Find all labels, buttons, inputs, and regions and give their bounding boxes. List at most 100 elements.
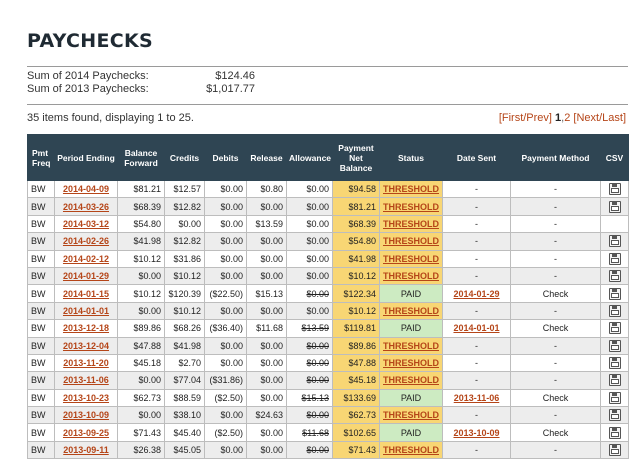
csv-download-icon[interactable] — [608, 339, 621, 352]
csv-download-icon[interactable] — [608, 200, 621, 213]
csv-download-icon[interactable] — [608, 270, 621, 283]
table-row: BW 2013-09-25 $71.43 $45.40 ($2.50) $0.00 $11.… — [27, 423, 629, 442]
csv-download-icon[interactable] — [608, 304, 621, 317]
cell-status: THRESHOLD — [379, 336, 443, 355]
status-threshold-link[interactable]: THRESHOLD — [383, 410, 439, 420]
table-row: BW 2013-10-23 $62.73 $88.59 ($2.50) $0.00 $15.… — [27, 388, 629, 408]
sum-label: Sum of 2013 Paychecks: — [27, 83, 149, 95]
cell-period-ending: 2014-03-12 — [54, 214, 118, 234]
status-threshold-link[interactable]: THRESHOLD — [383, 254, 439, 264]
date-sent-link[interactable]: 2014-01-01 — [453, 323, 499, 333]
table-row: BW 2014-02-26 $41.98 $12.82 $0.00 $0.00 $0.00 $… — [27, 232, 629, 251]
table-row: BW 2014-01-29 $0.00 $10.12 $0.00 $0.00 $0.00 $1… — [27, 266, 629, 286]
csv-download-icon[interactable] — [608, 183, 621, 196]
sum-value: $1,017.77 — [206, 83, 255, 95]
period-ending-link[interactable]: 2013-12-04 — [63, 341, 109, 351]
csv-download-icon[interactable] — [608, 426, 621, 439]
period-ending-link[interactable]: 2014-02-26 — [63, 236, 109, 246]
cell-balance-forward: $0.00 — [117, 301, 165, 321]
cell-status: PAID — [379, 284, 443, 303]
status-threshold-link[interactable]: THRESHOLD — [383, 358, 439, 368]
date-sent-link[interactable]: 2013-10-09 — [453, 428, 499, 438]
page-2-link[interactable]: 2 — [564, 112, 570, 124]
period-ending-link[interactable]: 2014-01-29 — [63, 271, 109, 281]
next-last-link[interactable]: [Next/Last] — [573, 112, 626, 124]
status-text: PAID — [400, 392, 422, 403]
col-payment-net-balance: Payment Net Balance — [332, 134, 380, 181]
period-ending-link[interactable]: 2013-11-06 — [63, 375, 109, 385]
status-threshold-link[interactable]: THRESHOLD — [383, 375, 439, 385]
csv-download-icon[interactable] — [608, 409, 621, 422]
status-threshold-link[interactable]: THRESHOLD — [383, 271, 439, 281]
cell-allowance: $0.00 — [286, 249, 333, 268]
status-threshold-link[interactable]: THRESHOLD — [383, 184, 439, 194]
status-threshold-link[interactable]: THRESHOLD — [383, 445, 439, 455]
cell-credits: $12.82 — [164, 232, 205, 251]
cell-payment-net-balance: $122.34 — [332, 284, 380, 303]
status-threshold-link[interactable]: THRESHOLD — [383, 202, 439, 212]
period-ending-link[interactable]: 2014-01-15 — [63, 289, 109, 299]
date-sent-text: - — [475, 184, 478, 195]
cell-debits: $0.00 — [204, 406, 247, 425]
period-ending-link[interactable]: 2014-03-12 — [63, 219, 109, 229]
csv-download-icon[interactable] — [608, 444, 621, 457]
cell-date-sent: 2013-10-09 — [442, 423, 511, 442]
cell-status: THRESHOLD — [379, 214, 443, 234]
csv-download-icon[interactable] — [608, 322, 621, 335]
cell-period-ending: 2014-02-26 — [54, 232, 118, 251]
csv-download-icon[interactable] — [608, 287, 621, 300]
period-ending-link[interactable]: 2013-12-18 — [63, 323, 109, 333]
cell-balance-forward: $10.12 — [117, 284, 165, 303]
csv-download-icon[interactable] — [608, 252, 621, 265]
csv-download-icon[interactable] — [608, 391, 621, 404]
period-ending-link[interactable]: 2013-10-23 — [63, 393, 109, 403]
cell-debits: $0.00 — [204, 336, 247, 355]
cell-period-ending: 2013-12-18 — [54, 319, 118, 338]
period-ending-link[interactable]: 2013-09-11 — [63, 445, 109, 455]
csv-download-icon[interactable] — [608, 357, 621, 370]
cell-release: $0.00 — [246, 249, 287, 268]
cell-status: THRESHOLD — [379, 353, 443, 373]
csv-download-icon[interactable] — [608, 235, 621, 248]
paychecks-table: Pmt Freq Period Ending Balance Forward C… — [27, 134, 629, 459]
cell-period-ending: 2013-11-06 — [54, 371, 118, 390]
cell-allowance: $0.00 — [286, 232, 333, 251]
date-sent-link[interactable]: 2013-11-06 — [454, 393, 500, 403]
sum-row-2014: Sum of 2014 Paychecks: $124.46 — [27, 70, 255, 83]
cell-status: THRESHOLD — [379, 179, 443, 199]
cell-payment-method: Check — [510, 388, 601, 408]
status-threshold-link[interactable]: THRESHOLD — [383, 341, 439, 351]
csv-download-icon[interactable] — [608, 374, 621, 387]
date-sent-link[interactable]: 2014-01-29 — [453, 289, 499, 299]
allowance-value: $0.00 — [306, 184, 329, 195]
period-ending-link[interactable]: 2014-04-09 — [63, 184, 109, 194]
period-ending-link[interactable]: 2013-10-09 — [63, 410, 109, 420]
period-ending-link[interactable]: 2013-11-20 — [63, 358, 109, 368]
status-threshold-link[interactable]: THRESHOLD — [383, 306, 439, 316]
cell-balance-forward: $54.80 — [117, 214, 165, 234]
cell-debits: $0.00 — [204, 353, 247, 373]
date-sent-text: - — [475, 305, 478, 316]
first-prev-link[interactable]: [First/Prev] — [499, 112, 552, 124]
period-ending-link[interactable]: 2014-01-01 — [63, 306, 109, 316]
table-row: BW 2013-11-20 $45.18 $2.70 $0.00 $0.00 $0.00 $4… — [27, 353, 629, 373]
cell-allowance: $0.00 — [286, 284, 333, 303]
table-row: BW 2013-09-11 $26.38 $45.05 $0.00 $0.00 $0.00 $… — [27, 440, 629, 459]
cell-payment-method: - — [510, 371, 601, 390]
date-sent-text: - — [475, 201, 478, 212]
cell-allowance: $0.00 — [286, 406, 333, 425]
status-threshold-link[interactable]: THRESHOLD — [383, 236, 439, 246]
page-title: PAYCHECKS — [27, 30, 154, 52]
period-ending-link[interactable]: 2013-09-25 — [63, 428, 109, 438]
period-ending-link[interactable]: 2014-02-12 — [63, 254, 109, 264]
cell-status: PAID — [379, 319, 443, 338]
cell-date-sent: - — [442, 371, 511, 390]
status-text: PAID — [400, 427, 422, 438]
col-allowance: Allowance — [286, 134, 333, 181]
period-ending-link[interactable]: 2014-03-26 — [63, 202, 109, 212]
cell-release: $0.80 — [246, 179, 287, 199]
status-threshold-link[interactable]: THRESHOLD — [383, 219, 439, 229]
cell-release: $0.00 — [246, 266, 287, 286]
cell-status: PAID — [379, 423, 443, 442]
cell-period-ending: 2014-01-15 — [54, 284, 118, 303]
